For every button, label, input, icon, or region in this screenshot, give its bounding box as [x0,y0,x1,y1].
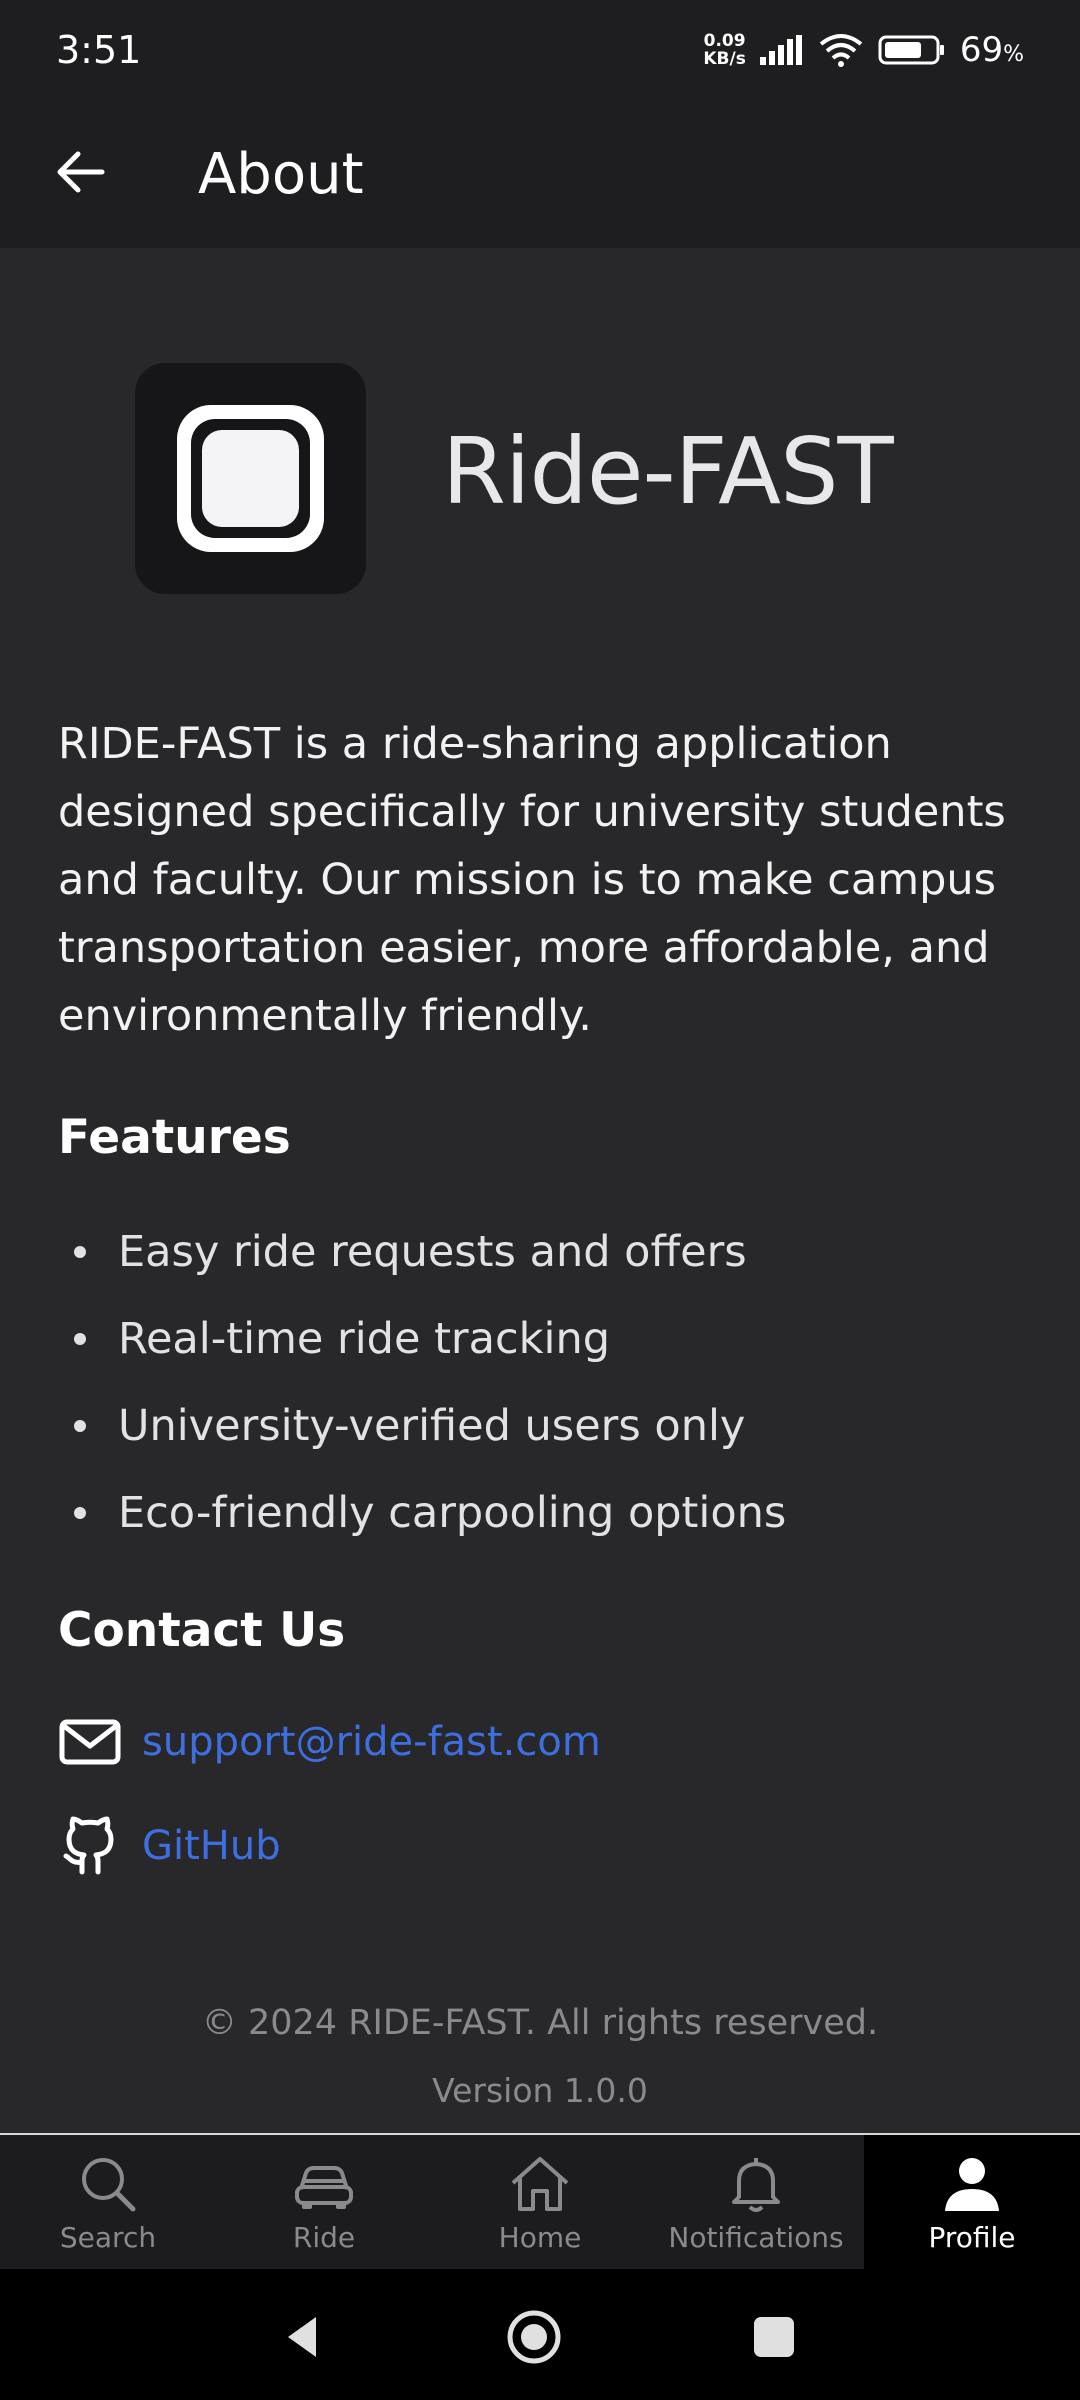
contact-heading: Contact Us [58,1603,346,1658]
copyright-text: © 2024 RIDE-FAST. All rights reserved. [201,2003,879,2043]
nav-item-ride[interactable]: Ride [216,2135,432,2269]
status-indicators: 0.09 KB/s 69% [703,30,1024,70]
nav-item-home[interactable]: Home [432,2135,648,2269]
features-heading: Features [58,1110,291,1165]
status-time: 3:51 [56,28,142,72]
page-title: About [198,141,364,207]
bullet-icon [74,1332,86,1345]
nav-label: Notifications [668,2220,844,2254]
bell-icon [732,2157,780,2212]
contact-github[interactable]: GitHub [58,1814,281,1878]
email-link[interactable]: support@ride-fast.com [142,1719,601,1765]
about-content: Ride-FAST RIDE-FAST is a ride-sharing ap… [0,248,1080,2133]
battery-level: 69% [960,30,1024,70]
bullet-icon [74,1245,86,1258]
feature-item: Eco-friendly carpooling options [70,1469,1030,1556]
battery-unit: % [1003,42,1024,67]
back-triangle-icon[interactable] [276,2309,332,2365]
github-link[interactable]: GitHub [142,1823,281,1869]
app-description: RIDE-FAST is a ride-sharing application … [58,719,1006,1041]
nav-item-search[interactable]: Search [0,2135,216,2269]
feature-list: Easy ride requests and offers Real-time … [70,1208,1030,1556]
nav-label: Profile [928,2220,1016,2254]
signal-icon [759,35,802,65]
feature-text: Eco-friendly carpooling options [118,1487,787,1538]
network-speed-value: 0.09 [703,31,746,51]
feature-item: University-verified users only [70,1382,1030,1469]
person-icon [945,2157,999,2211]
bottom-nav: Search Ride Home Notifications Profile [0,2133,1080,2269]
feature-text: University-verified users only [118,1400,746,1451]
battery-percent: 69 [959,30,1004,70]
nav-label: Ride [292,2220,356,2254]
recents-square-icon[interactable] [746,2309,802,2365]
app-name: Ride-FAST [442,418,894,525]
feature-item: Easy ride requests and offers [70,1208,1030,1295]
network-speed-unit: KB/s [703,49,746,69]
search-icon [82,2157,136,2211]
app-logo [135,363,366,594]
version-text: Version 1.0.0 [432,2071,648,2110]
feature-text: Easy ride requests and offers [118,1226,747,1277]
network-speed: 0.09 KB/s [703,32,745,68]
feature-text: Real-time ride tracking [118,1313,611,1364]
nav-item-profile[interactable]: Profile [864,2135,1080,2269]
status-bar: 3:51 0.09 KB/s 69% [0,0,1080,100]
nav-label: Search [59,2220,157,2254]
wifi-icon [819,34,863,67]
bullet-icon [74,1506,86,1519]
home-circle-icon[interactable] [506,2309,562,2365]
mail-icon [59,1719,121,1765]
contact-email[interactable]: support@ride-fast.com [58,1710,601,1774]
github-icon [63,1816,114,1875]
battery-icon [878,35,944,65]
arrow-left-icon[interactable] [50,142,110,202]
nav-item-notifications[interactable]: Notifications [648,2135,864,2269]
app-bar: About [0,100,1080,248]
system-nav-bar [0,2269,1080,2400]
feature-item: Real-time ride tracking [70,1295,1030,1382]
car-icon [295,2165,353,2209]
home-icon [511,2156,569,2211]
bullet-icon [74,1419,86,1432]
nav-label: Home [498,2220,582,2254]
